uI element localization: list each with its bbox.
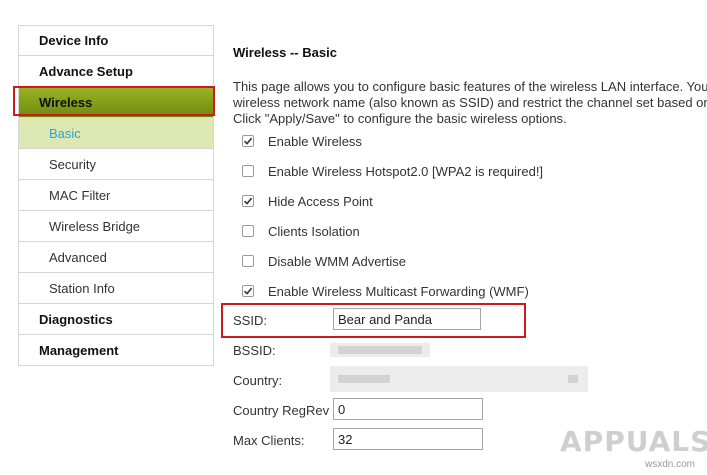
sidebar-item-label: Station Info [49, 280, 115, 296]
sidebar-item-label: Advanced [49, 249, 107, 265]
clients-isolation-checkbox[interactable] [242, 225, 254, 237]
checkmark-icon [243, 197, 253, 205]
max-clients-input[interactable] [333, 428, 483, 450]
appuals-logo: APPUALS [560, 425, 707, 458]
option-hide-access-point: Hide Access Point [242, 191, 373, 211]
option-label: Disable WMM Advertise [268, 253, 406, 269]
description-line: Click "Apply/Save" to configure the basi… [233, 111, 567, 126]
option-enable-wmf: Enable Wireless Multicast Forwarding (WM… [242, 281, 529, 301]
option-disable-wmm: Disable WMM Advertise [242, 251, 406, 271]
sidebar-item-device-info[interactable]: Device Info [18, 25, 214, 56]
option-label: Enable Wireless [268, 133, 362, 149]
sidebar-item-advance-setup[interactable]: Advance Setup [18, 56, 214, 87]
option-enable-wireless: Enable Wireless [242, 131, 362, 151]
checkmark-icon [243, 137, 253, 145]
page-description: This page allows you to configure basic … [233, 79, 707, 127]
bssid-value-redacted [330, 343, 430, 357]
max-clients-label: Max Clients: [233, 433, 305, 448]
country-select-redacted[interactable] [330, 366, 588, 392]
bssid-label: BSSID: [233, 343, 276, 358]
enable-hotspot-checkbox[interactable] [242, 165, 254, 177]
option-enable-hotspot: Enable Wireless Hotspot2.0 [WPA2 is requ… [242, 161, 543, 181]
description-line: This page allows you to configure basic … [233, 79, 707, 94]
hide-access-point-checkbox[interactable] [242, 195, 254, 207]
sidebar-item-label: Basic [49, 125, 81, 141]
sidebar-item-wireless-bridge[interactable]: Wireless Bridge [18, 211, 214, 242]
enable-wmf-checkbox[interactable] [242, 285, 254, 297]
disable-wmm-checkbox[interactable] [242, 255, 254, 267]
option-label: Enable Wireless Hotspot2.0 [WPA2 is requ… [268, 163, 544, 179]
description-line: wireless network name (also known as SSI… [233, 95, 707, 110]
sidebar-item-basic[interactable]: Basic [18, 118, 214, 149]
country-regrev-label: Country RegRev [233, 403, 330, 418]
option-label: Enable Wireless Multicast Forwarding (WM… [268, 283, 529, 299]
country-regrev-input[interactable] [333, 398, 483, 420]
ssid-input[interactable] [333, 308, 481, 330]
sidebar-item-label: Wireless Bridge [49, 218, 141, 234]
country-label: Country: [233, 373, 283, 388]
ssid-label: SSID: [233, 313, 267, 328]
enable-wireless-checkbox[interactable] [242, 135, 254, 147]
sidebar-item-management[interactable]: Management [18, 335, 214, 366]
sidebar-item-advanced[interactable]: Advanced [18, 242, 214, 273]
sidebar-item-label: Management [39, 342, 119, 358]
option-label: Clients Isolation [268, 223, 360, 239]
sidebar-item-label: Diagnostics [39, 311, 113, 327]
option-clients-isolation: Clients Isolation [242, 221, 360, 241]
sidebar-item-label: Security [49, 156, 96, 172]
sidebar-item-wireless[interactable]: Wireless [18, 87, 214, 118]
option-label: Hide Access Point [268, 193, 373, 209]
page-title: Wireless -- Basic [233, 45, 337, 60]
sidebar-item-label: Advance Setup [39, 63, 133, 79]
sidebar-item-diagnostics[interactable]: Diagnostics [18, 304, 214, 335]
sidebar-item-security[interactable]: Security [18, 149, 214, 180]
site-watermark: wsxdn.com [645, 459, 696, 470]
sidebar-item-label: Wireless [39, 94, 93, 110]
sidebar-nav: Device Info Advance Setup Wireless Basic… [18, 25, 214, 366]
checkmark-icon [243, 287, 253, 295]
sidebar-item-station-info[interactable]: Station Info [18, 273, 214, 304]
sidebar-item-mac-filter[interactable]: MAC Filter [18, 180, 214, 211]
sidebar-item-label: MAC Filter [49, 187, 111, 203]
sidebar-item-label: Device Info [39, 33, 109, 48]
